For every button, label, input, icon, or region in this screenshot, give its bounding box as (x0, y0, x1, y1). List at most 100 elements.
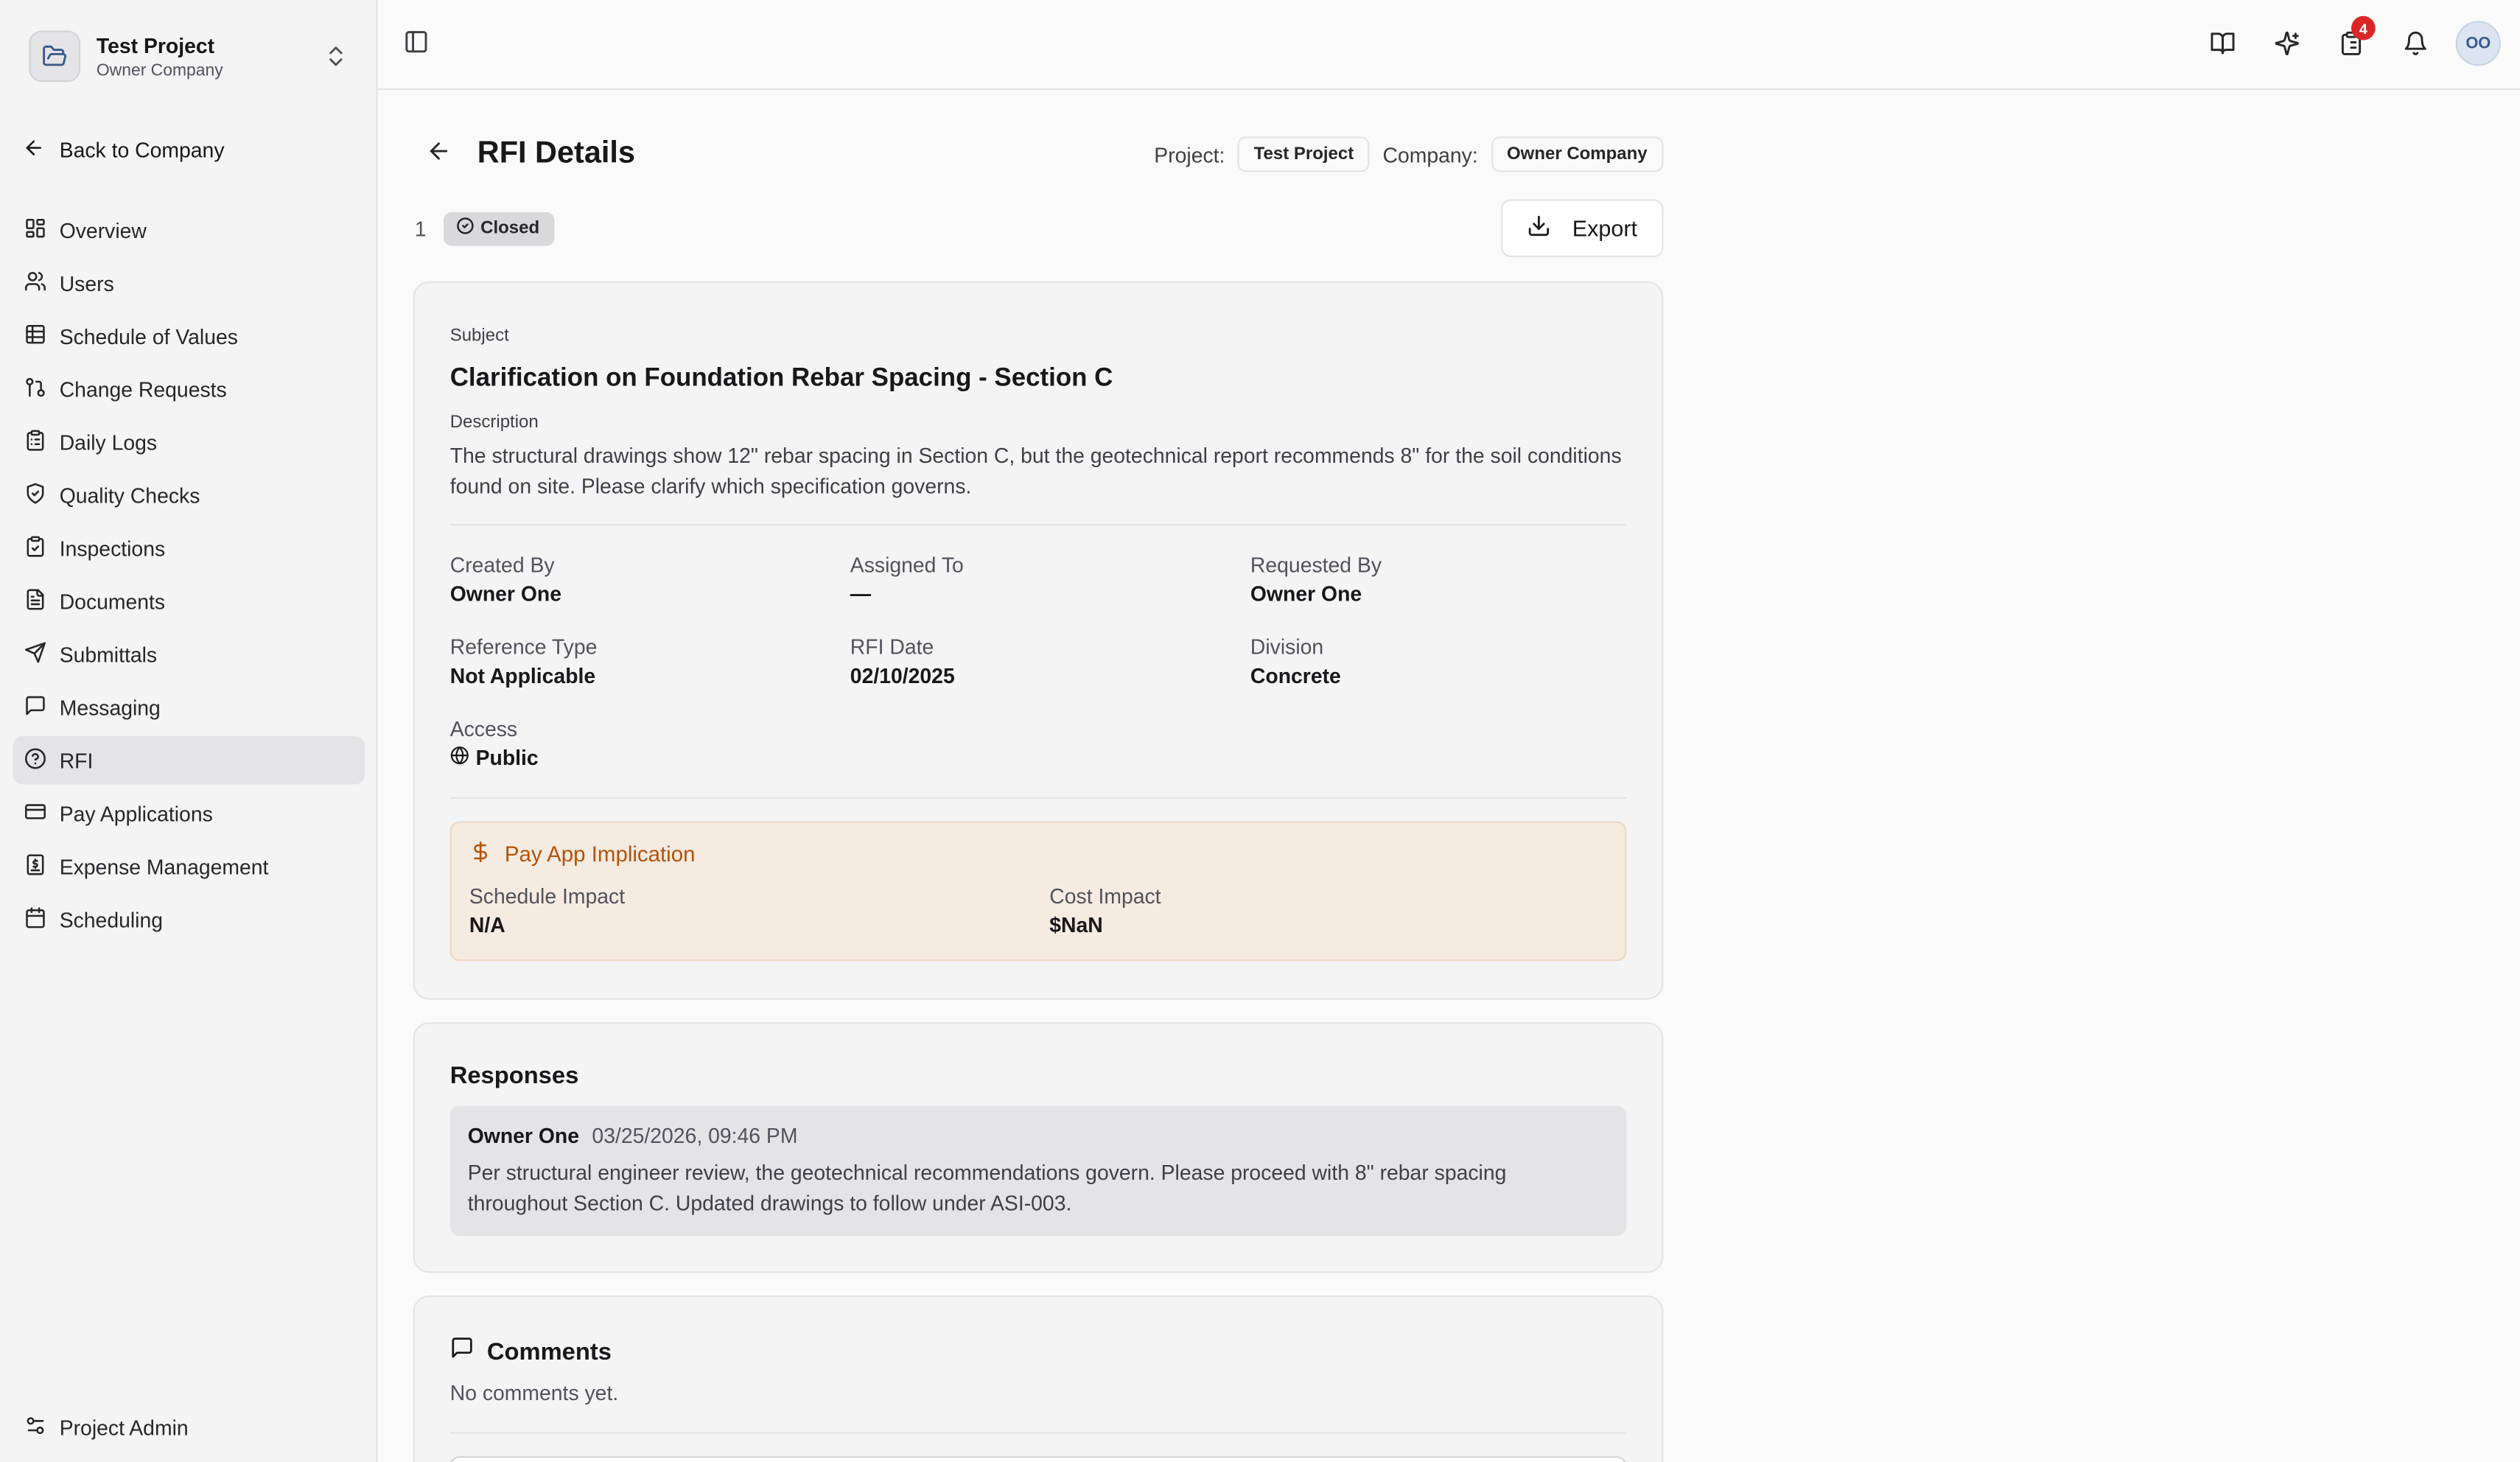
field-value: N/A (469, 912, 505, 937)
sidebar-item-label: Users (59, 270, 114, 295)
division-field: Division Concrete (1250, 633, 1620, 693)
sidebar-item-scheduling[interactable]: Scheduling (13, 895, 365, 943)
project-label: Project: (1154, 142, 1225, 167)
divider (449, 797, 1627, 800)
clipboard-check-icon (24, 534, 47, 562)
book-open-icon[interactable] (2199, 19, 2247, 67)
field-label: Reference Type (449, 634, 598, 660)
sidebar-item-pay-applications[interactable]: Pay Applications (13, 789, 365, 837)
responses-card: Responses Owner One 03/25/2026, 09:46 PM… (413, 1022, 1664, 1273)
bell-icon[interactable] (2392, 19, 2440, 67)
subject-value: Clarification on Foundation Rebar Spacin… (449, 365, 1113, 393)
field-label: Access (449, 716, 518, 741)
table-icon (24, 322, 47, 349)
sidebar-item-label: Submittals (59, 642, 158, 667)
field-value: — (850, 581, 872, 606)
sidebar-nav: Overview Users Schedule of Values Change… (13, 206, 365, 948)
sidebar-item-label: Overview (59, 217, 147, 242)
message-square-icon (450, 1336, 475, 1368)
sidebar-item-inspections[interactable]: Inspections (13, 524, 365, 572)
comments-card: Comments No comments yet. (413, 1295, 1664, 1462)
response-author: Owner One (467, 1123, 579, 1148)
sidebar-item-quality-checks[interactable]: Quality Checks (13, 471, 365, 519)
credit-card-icon (24, 800, 47, 827)
requested-by-field: Requested By Owner One (1250, 551, 1620, 611)
access-field: Access Public (450, 716, 820, 775)
back-button[interactable] (416, 132, 461, 177)
page-title: RFI Details (477, 136, 635, 171)
description-value: The structural drawings show 12" rebar s… (449, 443, 1622, 498)
panel-left-icon[interactable] (403, 29, 432, 57)
sidebar-item-label: RFI (59, 748, 94, 773)
comment-input[interactable] (449, 1456, 1627, 1462)
folder-open-icon (29, 30, 81, 83)
sidebar-item-documents[interactable]: Documents (13, 577, 365, 625)
notification-count-badge: 4 (2351, 15, 2376, 41)
clipboard-list-icon[interactable]: 4 (2327, 15, 2376, 67)
field-value: Not Applicable (449, 663, 596, 688)
sidebar-item-users[interactable]: Users (13, 259, 365, 307)
avatar[interactable]: OO (2455, 21, 2501, 66)
sidebar-item-label: Messaging (59, 695, 161, 720)
sidebar-item-schedule-of-values[interactable]: Schedule of Values (13, 312, 365, 360)
reference-type-field: Reference Type Not Applicable (450, 633, 820, 693)
rfi-number: 1 (414, 216, 427, 241)
sidebar-item-overview[interactable]: Overview (13, 206, 365, 253)
no-comments-text: No comments yet. (449, 1380, 619, 1405)
arrow-left-icon (426, 137, 452, 171)
sidebar-item-daily-logs[interactable]: Daily Logs (13, 418, 365, 466)
rfi-details-card: Subject Clarification on Foundation Reba… (413, 281, 1664, 1000)
field-label: Schedule Impact (469, 884, 626, 909)
sidebar-item-label: Pay Applications (59, 801, 213, 826)
sidebar-item-label: Schedule of Values (59, 323, 238, 349)
sparkles-icon[interactable] (2263, 19, 2311, 67)
responses-title: Responses (449, 1062, 579, 1090)
project-meta: Project: Test Project Company: Owner Com… (1154, 136, 1664, 172)
sidebar: Test Project Owner Company Back to Compa… (0, 0, 378, 1462)
file-text-icon (24, 587, 47, 615)
status-label: Closed (480, 218, 540, 238)
top-bar: 4 OO (377, 0, 2520, 91)
sidebar-item-label: Scheduling (59, 907, 164, 931)
sidebar-item-label: Change Requests (59, 377, 227, 402)
subject-label: Subject (449, 326, 509, 346)
help-circle-icon (24, 746, 47, 774)
field-value: $NaN (1049, 912, 1103, 937)
field-value: Public (475, 746, 539, 770)
back-to-company-link[interactable]: Back to Company (23, 133, 225, 166)
users-icon (24, 269, 47, 296)
export-button[interactable]: Export (1501, 199, 1664, 257)
chevrons-up-down-icon (323, 43, 349, 69)
divider (449, 1432, 1627, 1434)
sidebar-item-expense-management[interactable]: Expense Management (13, 842, 365, 890)
sidebar-item-label: Daily Logs (59, 430, 158, 455)
circle-check-icon (456, 217, 474, 239)
field-label: Created By (449, 553, 555, 578)
sidebar-item-submittals[interactable]: Submittals (13, 630, 365, 678)
field-value: Owner One (1250, 581, 1362, 606)
sidebar-item-messaging[interactable]: Messaging (13, 683, 365, 731)
sidebar-item-project-admin[interactable]: Project Admin (13, 1403, 365, 1451)
pay-app-title: Pay App Implication (504, 842, 696, 867)
divider (449, 524, 1627, 526)
shield-check-icon (24, 481, 47, 508)
download-icon (1527, 214, 1552, 242)
sidebar-item-rfi[interactable]: RFI (13, 735, 365, 785)
sidebar-item-label: Inspections (59, 536, 166, 561)
created-by-field: Created By Owner One (450, 551, 820, 611)
rfi-date-field: RFI Date 02/10/2025 (850, 633, 1220, 693)
response-item: Owner One 03/25/2026, 09:46 PM Per struc… (449, 1105, 1627, 1237)
company-pill: Owner Company (1491, 136, 1664, 172)
project-switcher[interactable]: Test Project Owner Company (16, 19, 362, 93)
field-label: Division (1250, 634, 1324, 660)
sidebar-item-change-requests[interactable]: Change Requests (13, 365, 365, 413)
globe-icon (450, 743, 469, 775)
pay-app-implication-box: Pay App Implication Schedule Impact N/A … (449, 821, 1627, 962)
arrow-left-icon (23, 136, 46, 163)
status-badge: Closed (443, 211, 554, 245)
project-pill: Test Project (1237, 136, 1371, 172)
main-area: 4 OO RFI Details Project: Test Project C… (377, 0, 2520, 1462)
company-label: Company: (1382, 142, 1478, 167)
sidebar-item-label: Expense Management (59, 854, 269, 878)
sidebar-item-label: Quality Checks (59, 483, 200, 508)
